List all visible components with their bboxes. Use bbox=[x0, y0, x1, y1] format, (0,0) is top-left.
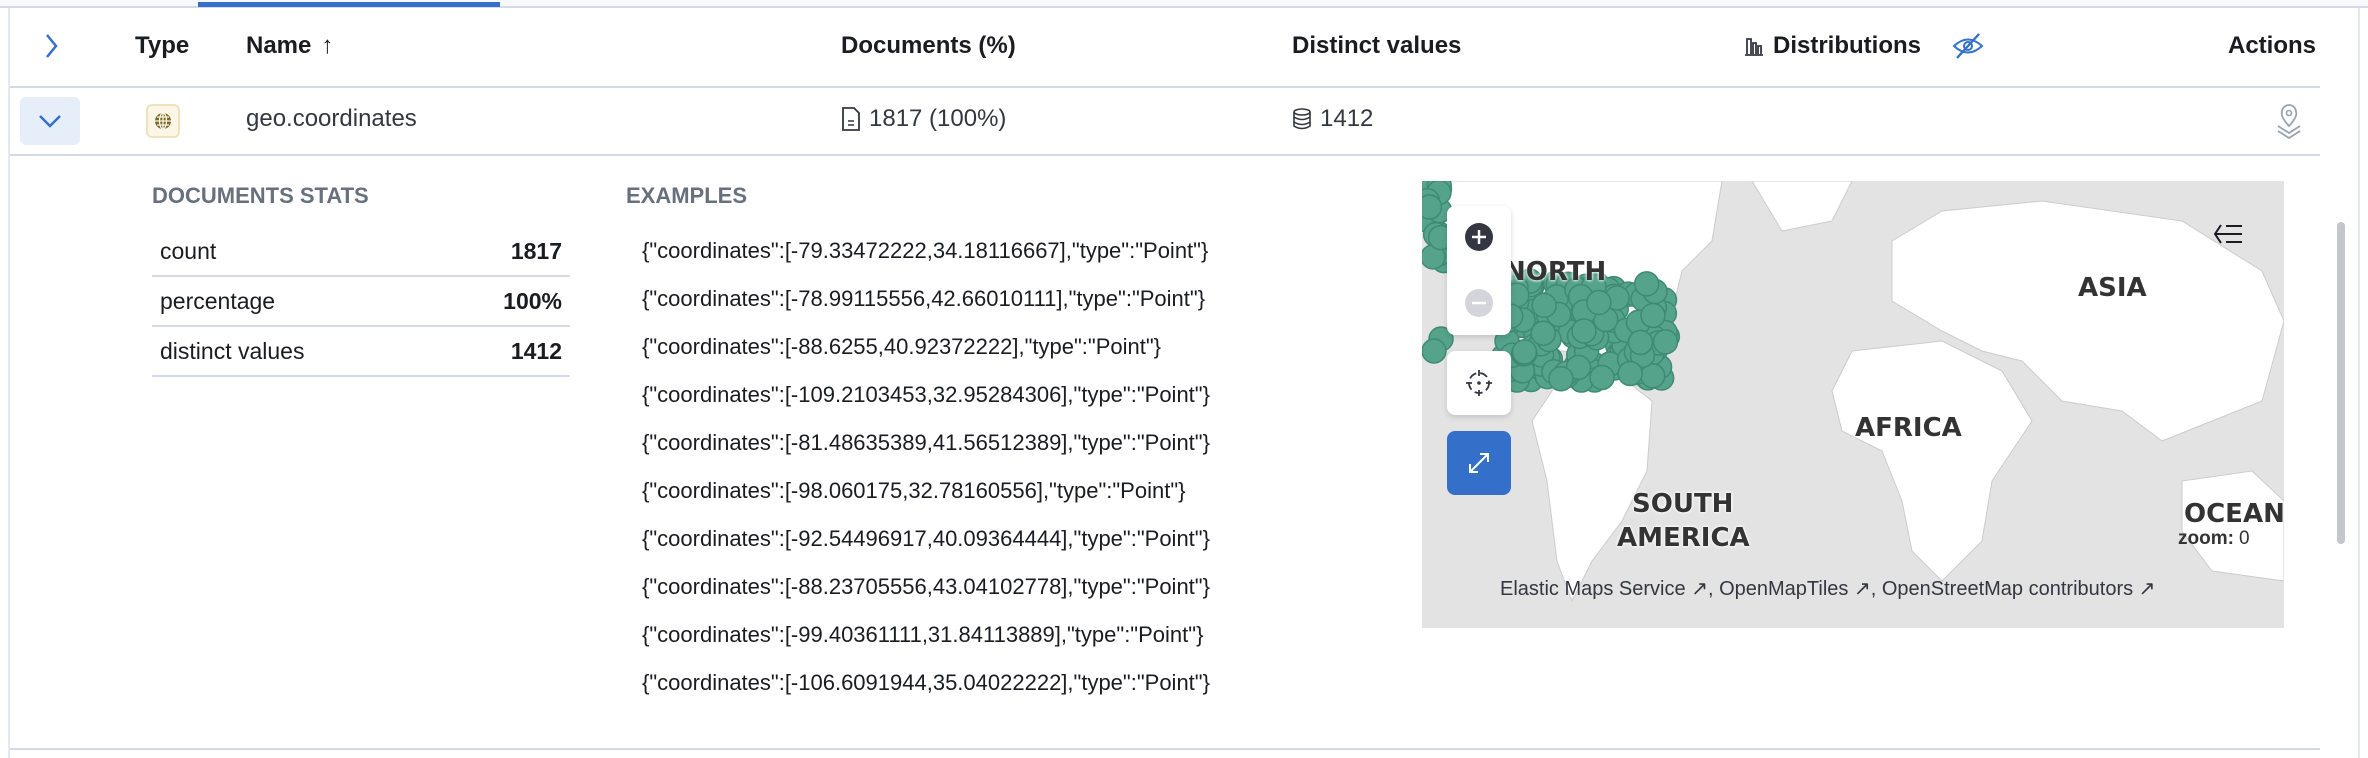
attribution-link-elastic-maps[interactable]: Elastic Maps Service bbox=[1500, 578, 1686, 600]
active-tab-indicator bbox=[198, 2, 500, 7]
example-value: {"coordinates":[-88.23705556,43.04102778… bbox=[642, 574, 1210, 599]
hide-distributions-eye-closed-icon[interactable] bbox=[1951, 32, 1985, 60]
external-link-icon: ↗ bbox=[2138, 578, 2156, 600]
map-label-america: AMERICA bbox=[1617, 523, 1750, 553]
attribution-link-openmaptiles[interactable]: OpenMapTiles bbox=[1719, 578, 1848, 600]
map-label-south: SOUTH bbox=[1632, 489, 1734, 519]
divider bbox=[10, 748, 2320, 750]
example-value: {"coordinates":[-99.40361111,31.84113889… bbox=[642, 622, 1204, 647]
geo-point bbox=[1422, 194, 1443, 220]
expand-icon bbox=[1469, 453, 1489, 473]
stat-label: count bbox=[160, 237, 217, 264]
stats-row-count: count 1817 bbox=[152, 227, 570, 277]
geo-point bbox=[1652, 329, 1679, 355]
stats-row-distinct-values: distinct values 1412 bbox=[152, 327, 570, 377]
map-label-north: NORTH bbox=[1504, 257, 1607, 287]
column-header-name[interactable]: Name ↑ bbox=[246, 32, 333, 60]
column-header-actions: Actions bbox=[2228, 32, 2317, 59]
attribution-link-openstreetmap[interactable]: OpenStreetMap contributors bbox=[1882, 578, 2133, 600]
zoom-controls bbox=[1447, 206, 1511, 335]
column-header-type[interactable]: Type bbox=[135, 32, 189, 60]
menu-left-icon bbox=[2213, 224, 2242, 244]
geo-point bbox=[1640, 302, 1666, 329]
external-link-icon: ↗ bbox=[1691, 578, 1708, 600]
zoom-in-button[interactable] bbox=[1464, 222, 1494, 257]
crosshair-icon bbox=[1466, 370, 1492, 396]
stat-value: 1817 bbox=[510, 237, 562, 264]
documents-stats-title: DOCUMENTS STATS bbox=[152, 183, 369, 208]
divider bbox=[10, 86, 2320, 88]
column-header-documents[interactable]: Documents (%) bbox=[841, 32, 1016, 60]
map-label-africa: AFRICA bbox=[1855, 413, 1962, 443]
document-icon bbox=[842, 107, 860, 131]
fullscreen-button[interactable] bbox=[1447, 431, 1511, 495]
expand-all-button[interactable] bbox=[44, 32, 60, 65]
example-value: {"coordinates":[-81.48635389,41.56512389… bbox=[642, 430, 1210, 455]
example-value: {"coordinates":[-79.33472222,34.18116667… bbox=[642, 238, 1209, 263]
map-label-asia: ASIA bbox=[2078, 273, 2147, 303]
zoom-level-readout: zoom: 0 bbox=[2178, 528, 2250, 550]
map-attribution: Elastic Maps Service ↗, OpenMapTiles ↗, … bbox=[1500, 578, 2156, 600]
examples-title: EXAMPLES bbox=[626, 183, 748, 208]
distinct-value: 1412 bbox=[1320, 105, 1374, 132]
geo-point bbox=[1627, 329, 1654, 356]
minus-circle-icon bbox=[1465, 289, 1493, 317]
example-value: {"coordinates":[-98.060175,32.78160556],… bbox=[642, 478, 1186, 503]
column-header-distinct-values[interactable]: Distinct values bbox=[1292, 32, 1461, 60]
example-value: {"coordinates":[-88.6255,40.92372222],"t… bbox=[642, 334, 1162, 359]
stat-value: 1412 bbox=[510, 337, 562, 364]
stat-label: distinct values bbox=[160, 337, 305, 364]
map-marker-layers-icon bbox=[2277, 104, 2301, 140]
layer-control-button[interactable] bbox=[2212, 221, 2244, 252]
example-value: {"coordinates":[-92.54496917,40.09364444… bbox=[642, 526, 1210, 551]
zoom-label: zoom: bbox=[2178, 528, 2234, 549]
geo-point bbox=[1422, 338, 1447, 364]
geo-point bbox=[1531, 292, 1557, 319]
zoom-value: 0 bbox=[2238, 528, 2250, 549]
distribution-chart-icon bbox=[1745, 38, 1763, 56]
globe-icon bbox=[155, 112, 171, 130]
geo-point bbox=[1617, 360, 1643, 387]
geo-points-layer bbox=[1422, 181, 1681, 393]
geo-map[interactable]: NORTH ASIA AFRICA SOUTH AMERICA OCEANI z… bbox=[1422, 181, 2284, 628]
divider bbox=[10, 154, 2320, 156]
panel-border bbox=[2358, 8, 2360, 758]
vertical-scrollbar[interactable] bbox=[2337, 222, 2345, 544]
distributions-label: Distributions bbox=[1773, 32, 1921, 59]
documents-value: 1817 (100%) bbox=[869, 105, 1007, 132]
chevron-right-icon bbox=[46, 34, 58, 58]
plus-circle-icon bbox=[1465, 223, 1493, 251]
sort-ascending-icon: ↑ bbox=[321, 32, 334, 59]
geo-point-type-badge bbox=[146, 104, 180, 138]
chevron-down-icon bbox=[39, 115, 61, 128]
example-value: {"coordinates":[-78.99115556,42.66010111… bbox=[642, 286, 1206, 311]
external-link-icon: ↗ bbox=[1853, 578, 1871, 600]
map-label-oceania: OCEANI bbox=[2184, 499, 2284, 529]
documents-count: 1817 (100%) bbox=[841, 105, 1006, 133]
geo-point bbox=[1633, 271, 1660, 297]
geo-point bbox=[1530, 320, 1557, 346]
reset-view-button[interactable] bbox=[1447, 351, 1511, 415]
zoom-out-button[interactable] bbox=[1464, 288, 1494, 323]
example-value: {"coordinates":[-109.2103453,32.95284306… bbox=[642, 382, 1210, 407]
stat-label: percentage bbox=[160, 287, 276, 314]
geo-point bbox=[1511, 339, 1538, 365]
field-name: geo.coordinates bbox=[246, 105, 417, 132]
database-icon bbox=[1293, 108, 1311, 130]
name-header-label: Name bbox=[246, 32, 312, 59]
stats-row-percentage: percentage 100% bbox=[152, 277, 570, 327]
stat-value: 100% bbox=[503, 287, 562, 314]
explore-in-maps-button[interactable] bbox=[2274, 104, 2304, 145]
panel-border bbox=[8, 8, 10, 758]
distinct-values-count: 1412 bbox=[1292, 105, 1373, 133]
geo-point bbox=[1548, 365, 1574, 392]
example-value: {"coordinates":[-106.6091944,35.04022222… bbox=[642, 670, 1210, 695]
column-header-distributions: Distributions bbox=[1743, 32, 1985, 60]
geo-point bbox=[1571, 318, 1597, 344]
collapse-row-button[interactable] bbox=[20, 97, 80, 145]
geo-point bbox=[1586, 289, 1612, 316]
geo-point bbox=[1589, 364, 1615, 391]
